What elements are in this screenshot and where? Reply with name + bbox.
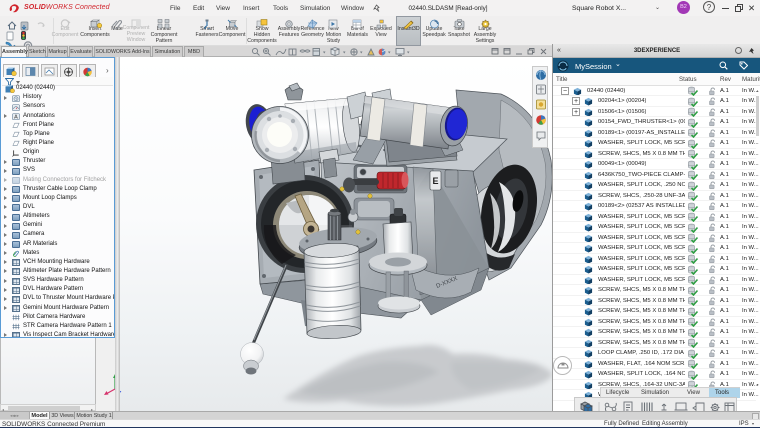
svg-text:E: E xyxy=(432,176,438,186)
svg-text:A: A xyxy=(14,115,18,120)
